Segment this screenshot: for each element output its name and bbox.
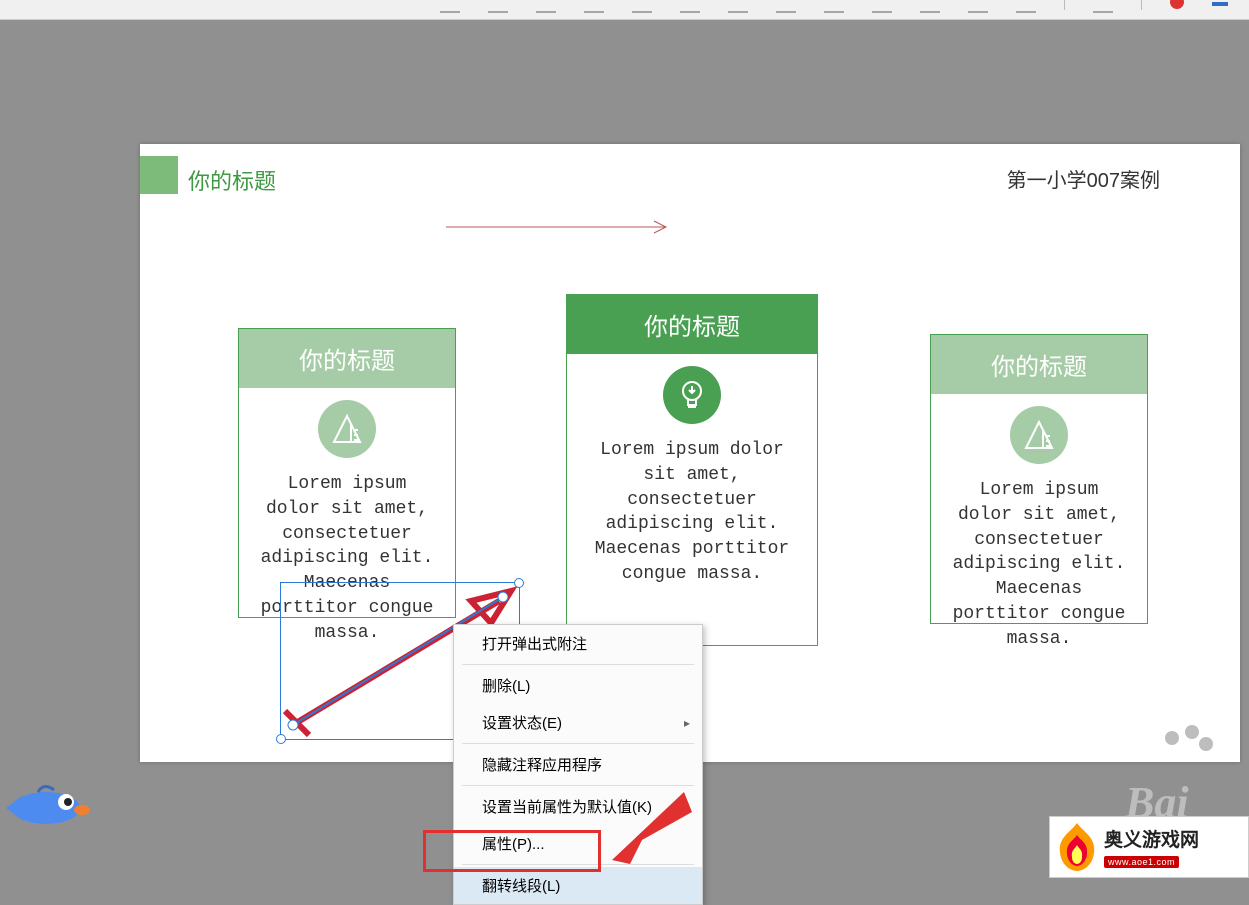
page-subtitle: 第一小学007案例 [1007,164,1160,193]
toolbar-separator [1064,0,1065,10]
site-logo-en: www.aoe1.com [1104,856,1179,868]
stamp-icon[interactable] [872,0,892,6]
site-logo-cn: 奥义游戏网 [1104,825,1199,852]
ctx-set-default-props[interactable]: 设置当前属性为默认值(K) [454,788,702,825]
card-title: 你的标题 [239,329,455,388]
caret-icon[interactable] [584,0,604,6]
thin-red-arrow[interactable] [446,220,676,234]
card-title: 你的标题 [567,295,817,354]
ctx-separator [462,664,694,665]
textbox-icon[interactable] [632,0,652,6]
fish-mascot [0,780,98,836]
textmark-icon[interactable] [680,0,700,6]
ctx-open-popup-note[interactable]: 打开弹出式附注 [454,625,702,662]
ctx-separator [462,743,694,744]
ctx-item-label: 设置状态(E) [482,715,562,732]
ctx-item-label: 删除(L) [482,678,530,695]
insert-icon[interactable] [728,0,748,6]
ctx-item-label: 打开弹出式附注 [482,636,587,653]
ctx-separator [462,785,694,786]
card-2[interactable]: 你的标题 Lorem ipsum dolor sit amet, consect… [566,294,818,646]
triangle-ruler-icon [318,400,376,458]
card-3[interactable]: 你的标题 Lorem ipsum dolor sit amet, consect… [930,334,1148,624]
lightbulb-icon [663,366,721,424]
ctx-item-label: 属性(P)... [482,836,545,853]
ctx-properties[interactable]: 属性(P)... [454,825,702,862]
ctx-delete[interactable]: 删除(L) [454,667,702,704]
chevron-right-icon: ▸ [684,716,690,730]
underline-icon[interactable] [536,0,556,6]
crop-icon[interactable] [776,0,796,6]
draw-icon[interactable] [824,0,844,6]
paw-icon [1159,725,1215,781]
card-title: 你的标题 [931,335,1147,394]
comment-icon[interactable] [440,0,460,6]
site-logo: 奥义游戏网 www.aoe1.com [1049,816,1249,878]
ctx-flip-line[interactable]: 翻转线段(L) [454,867,702,904]
ctx-set-status[interactable]: 设置状态(E) ▸ [454,704,702,741]
edit-icon[interactable] [1093,0,1113,6]
card-body: Lorem ipsum dolor sit amet, consectetuer… [931,472,1147,670]
card-1[interactable]: 你的标题 Lorem ipsum dolor sit amet, consect… [238,328,456,618]
card-body: Lorem ipsum dolor sit amet, consectetuer… [567,432,817,605]
highlight-icon[interactable] [488,0,508,6]
sound-icon[interactable] [1016,0,1036,6]
record-icon[interactable] [1170,0,1184,9]
flame-icon [1054,821,1100,873]
blue-indicator[interactable] [1212,2,1228,6]
ctx-item-label: 翻转线段(L) [482,878,560,895]
page-title: 你的标题 [188,164,276,196]
toolbar-separator [1141,0,1142,10]
attach-icon[interactable] [920,0,940,6]
ctx-item-label: 设置当前属性为默认值(K) [482,799,652,816]
ctx-hide-annot-app[interactable]: 隐藏注释应用程序 [454,746,702,783]
clock-icon[interactable] [968,0,988,6]
toolbar [0,0,1249,20]
context-menu: 打开弹出式附注 删除(L) 设置状态(E) ▸ 隐藏注释应用程序 设置当前属性为… [453,624,703,905]
ctx-item-label: 隐藏注释应用程序 [482,757,602,774]
title-decoration [140,156,178,194]
ctx-separator [462,864,694,865]
triangle-ruler-icon [1010,406,1068,464]
